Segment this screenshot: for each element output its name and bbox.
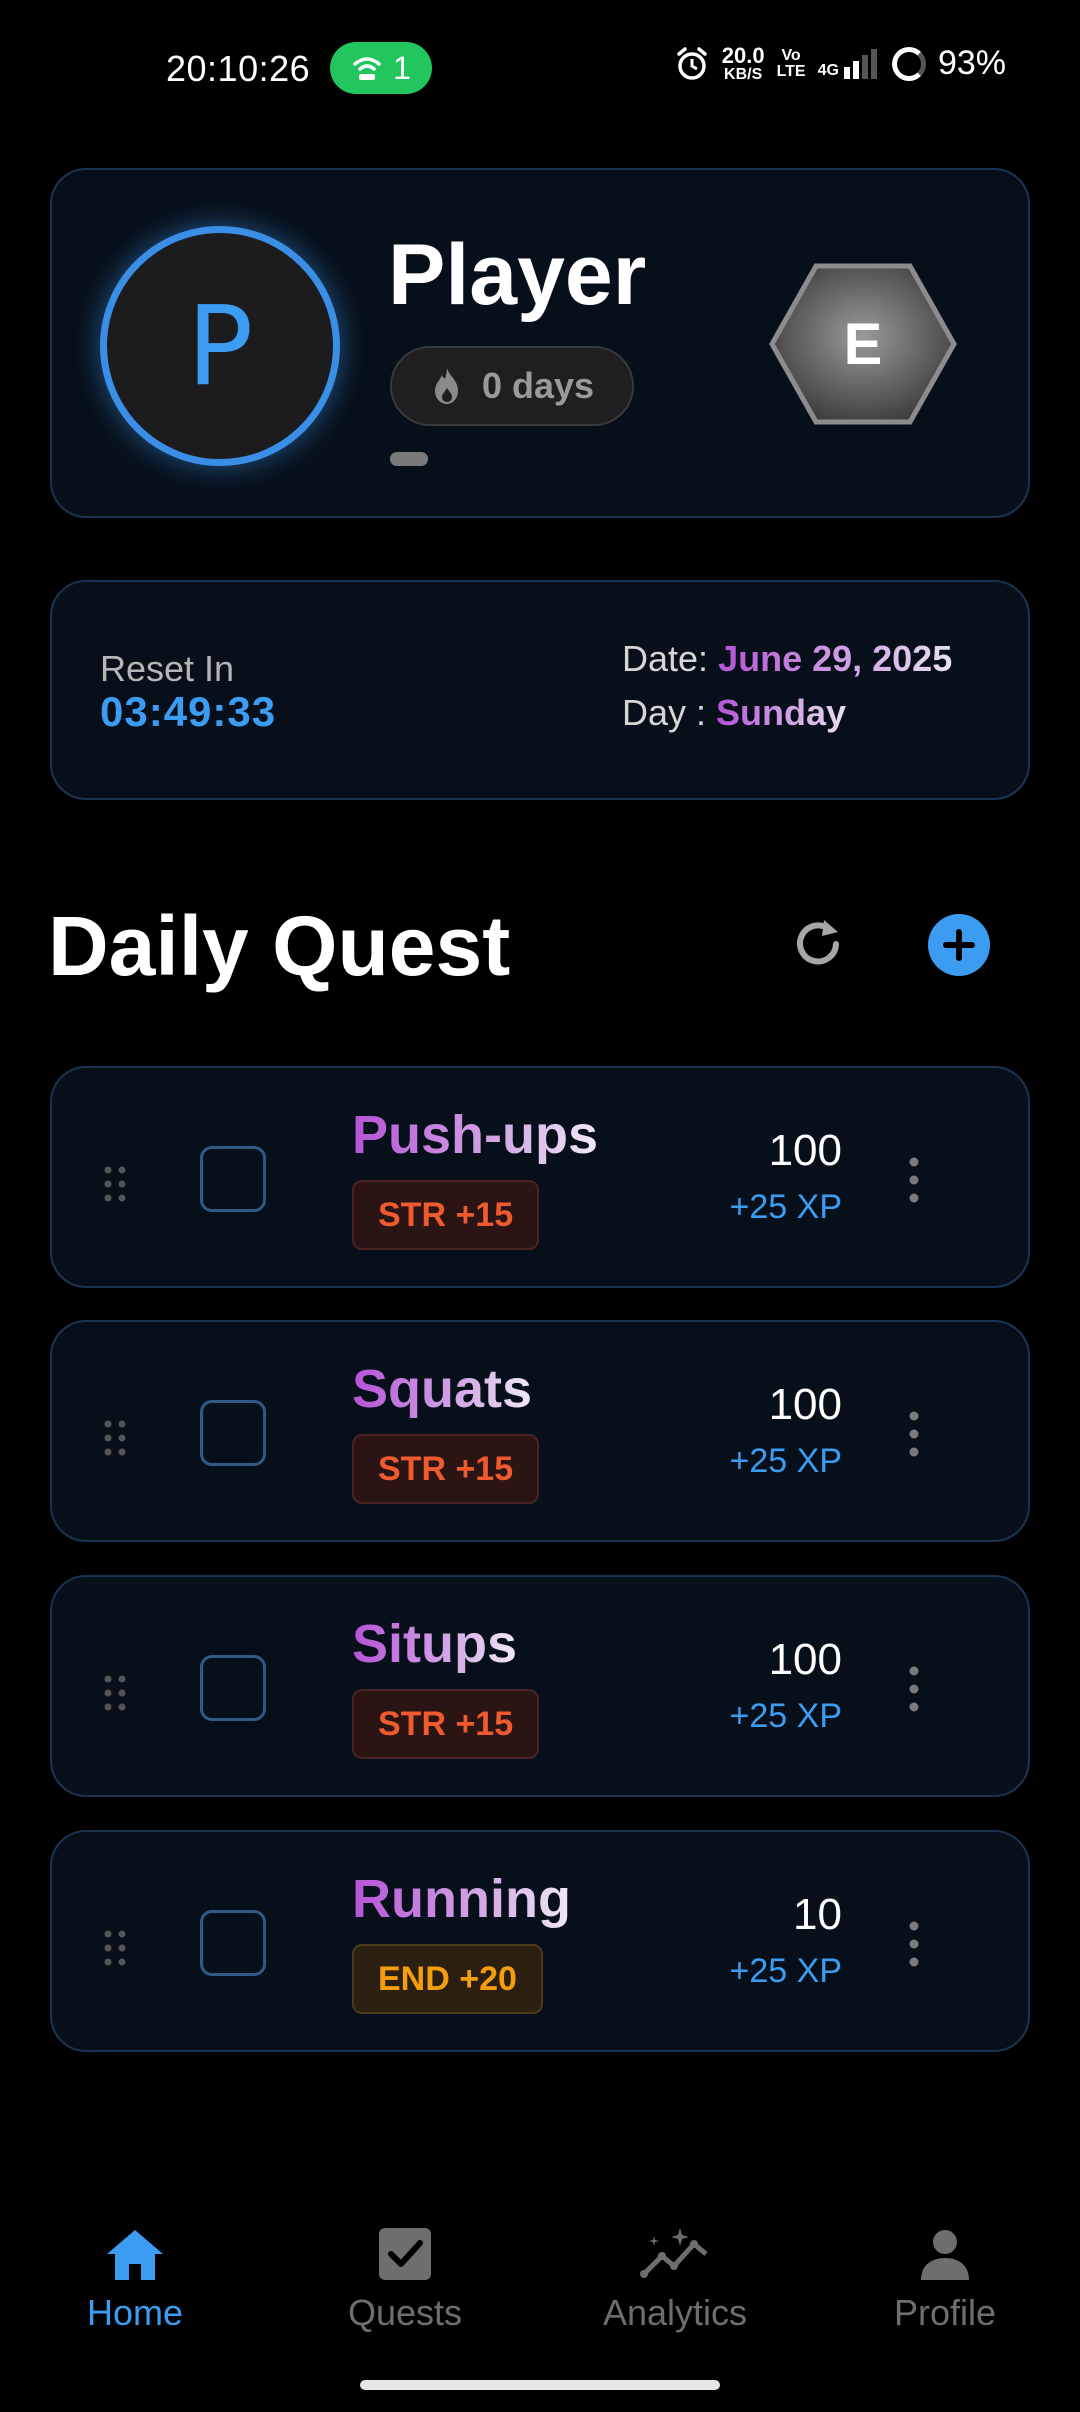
stat-tag: STR +15 (352, 1689, 540, 1759)
analytics-icon (640, 2228, 708, 2278)
date-row: Date: June 29, 2025 (622, 638, 952, 680)
quest-checkbox[interactable] (200, 1910, 266, 1976)
quest-target: 10 (793, 1890, 842, 1939)
more-options-icon[interactable] (904, 1920, 924, 1968)
avatar-letter: P (186, 282, 254, 410)
quest-card[interactable]: Push-ups STR +15 100 +25 XP (50, 1066, 1030, 1288)
section-title: Daily Quest (48, 899, 511, 993)
quest-target: 100 (768, 1635, 842, 1684)
nav-analytics[interactable]: Analytics (555, 2226, 795, 2334)
battery-level: 93% (937, 44, 1006, 82)
status-icons: 20.0 KB/S Vo LTE 4G 93% (674, 44, 1006, 83)
quest-xp: +25 XP (729, 1188, 842, 1226)
refresh-icon (797, 920, 839, 965)
drag-handle-icon[interactable] (102, 1418, 128, 1458)
streak-text: 0 days (481, 365, 595, 406)
checkbox-icon (379, 2228, 431, 2280)
date-value: June 29, 2025 (718, 638, 953, 679)
xp-progress-bar (390, 452, 428, 466)
quest-card[interactable]: Running END +20 10 +25 XP (50, 1830, 1030, 2052)
alarm-icon (676, 46, 707, 80)
status-time: 20:10:26 (166, 48, 311, 89)
streak-badge: 0 days (390, 346, 634, 426)
quest-checkbox[interactable] (200, 1400, 266, 1466)
nav-quests[interactable]: Quests (285, 2226, 525, 2334)
nav-profile[interactable]: Profile (825, 2226, 1065, 2334)
day-row: Day : Sunday (622, 692, 846, 734)
nav-home[interactable]: Home (15, 2226, 255, 2334)
quest-name: Running (352, 1869, 571, 1929)
drag-handle-icon[interactable] (102, 1673, 128, 1713)
quest-name: Push-ups (352, 1105, 599, 1165)
bottom-nav: Home Quests Analytics Profile (0, 2200, 1080, 2380)
avatar[interactable]: P (100, 226, 340, 466)
quest-name: Squats (352, 1359, 533, 1419)
quest-xp: +25 XP (729, 1952, 842, 1990)
reset-info-card: Reset In 03:49:33 Date: June 29, 2025 Da… (50, 580, 1030, 800)
more-options-icon[interactable] (904, 1156, 924, 1204)
refresh-button[interactable] (784, 910, 852, 978)
volte-indicator: Vo LTE (776, 46, 806, 80)
flame-icon (434, 368, 458, 404)
stat-tag: STR +15 (352, 1434, 540, 1504)
quest-card[interactable]: Situps STR +15 100 +25 XP (50, 1575, 1030, 1797)
nav-quests-label: Quests (347, 2292, 463, 2333)
add-quest-button[interactable] (928, 914, 990, 976)
quest-checkbox[interactable] (200, 1655, 266, 1721)
home-icon (107, 2230, 163, 2280)
network-type: 4G (817, 61, 839, 79)
rank-letter: E (843, 311, 883, 377)
hotspot-count: 1 (393, 49, 411, 86)
quest-checkbox[interactable] (200, 1146, 266, 1212)
net-speed: 20.0 KB/S (721, 42, 765, 83)
quest-card[interactable]: Squats STR +15 100 +25 XP (50, 1320, 1030, 1542)
reset-countdown: 03:49:33 (100, 688, 277, 735)
player-card: P Player 0 days E (50, 168, 1030, 518)
hotspot-icon (353, 57, 381, 80)
date-label: Date: (622, 638, 709, 679)
reset-label: Reset In (100, 648, 235, 689)
quest-name: Situps (352, 1614, 518, 1674)
drag-handle-icon[interactable] (102, 1928, 128, 1968)
quest-target: 100 (768, 1380, 842, 1429)
more-options-icon[interactable] (904, 1410, 924, 1458)
day-label: Day : (622, 692, 707, 733)
hotspot-pill[interactable]: 1 (330, 42, 432, 94)
stat-tag: END +20 (352, 1944, 543, 2014)
battery-icon (891, 46, 926, 81)
nav-analytics-label: Analytics (602, 2292, 748, 2333)
rank-badge[interactable]: E (768, 262, 958, 426)
status-bar: 20:10:26 1 20.0 KB/S Vo LTE 4G 93% (0, 0, 1080, 140)
person-icon (921, 2230, 969, 2280)
more-options-icon[interactable] (904, 1665, 924, 1713)
plus-icon (943, 929, 975, 961)
quest-xp: +25 XP (729, 1442, 842, 1480)
stat-tag: STR +15 (352, 1180, 540, 1250)
nav-profile-label: Profile (893, 2292, 997, 2333)
quest-target: 100 (768, 1126, 842, 1175)
day-value: Sunday (716, 692, 847, 733)
nav-home-label: Home (86, 2292, 184, 2333)
quest-xp: +25 XP (729, 1697, 842, 1735)
player-name: Player (388, 227, 647, 323)
signal-icon: 4G (817, 48, 880, 79)
gesture-bar[interactable] (360, 2380, 720, 2390)
drag-handle-icon[interactable] (102, 1164, 128, 1204)
